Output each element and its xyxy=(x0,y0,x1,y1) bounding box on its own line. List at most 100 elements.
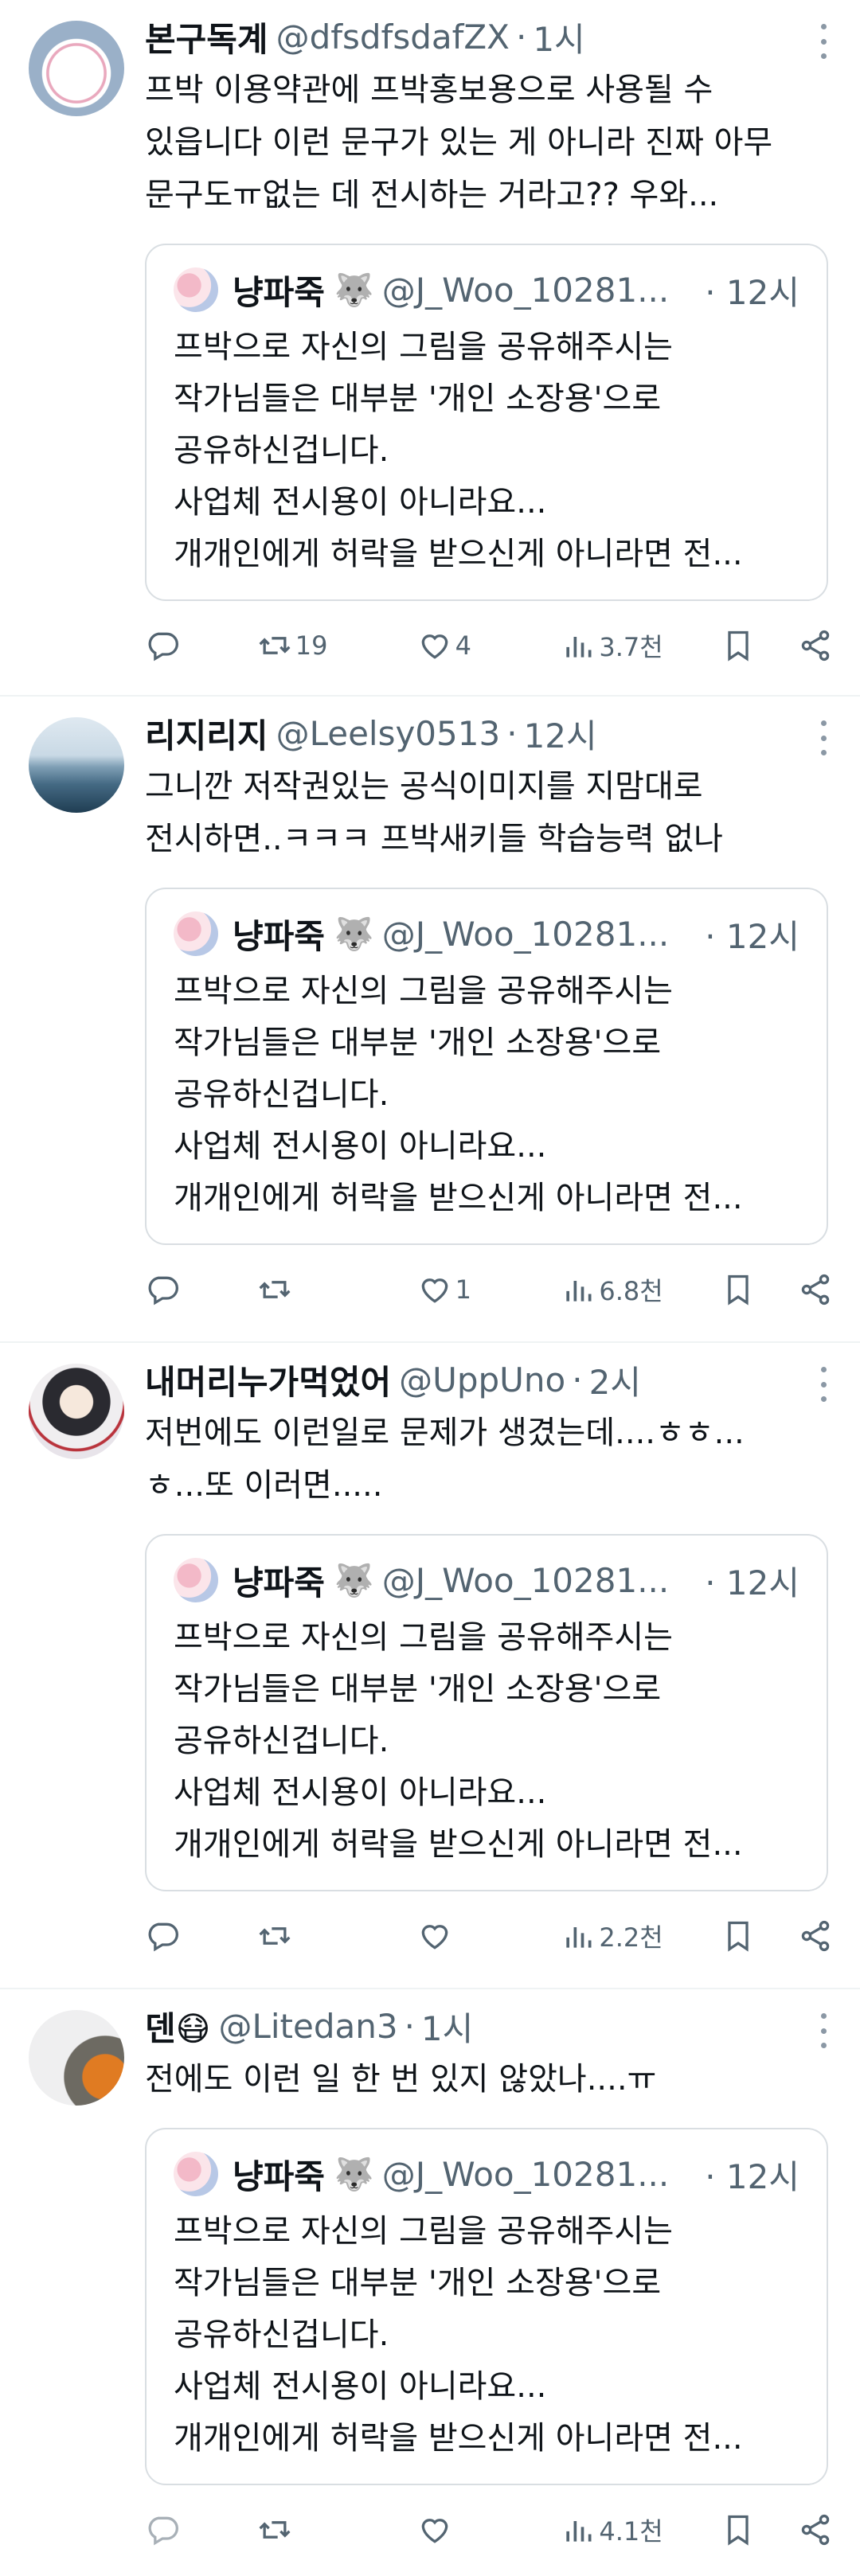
bookmark-icon xyxy=(728,1921,749,1952)
post-time[interactable]: 2시 xyxy=(589,1356,641,1404)
post-time[interactable]: 1시 xyxy=(533,13,584,61)
quoted-author-name: 냥파죽 xyxy=(233,2156,325,2196)
share-icon xyxy=(801,2514,830,2546)
reply-button[interactable] xyxy=(145,1272,233,1307)
author-handle[interactable]: @Litedan3 xyxy=(218,2007,397,2046)
post[interactable]: 내머리누가먹었어 @UppUno · 2시 저번에도 이런일로 문제가 생겼는데… xyxy=(0,1343,860,1989)
author-handle[interactable]: @dfsdfsdafZX xyxy=(276,18,510,57)
post[interactable]: 본구독계 @dfsdfsdafZX · 1시 프박 이용약관에 프박홍보용으로 … xyxy=(0,0,860,697)
quoted-post[interactable]: 냥파죽 🐺 @J_Woo_10281... · 12시 프박으로 자신의 그림을… xyxy=(145,1534,828,1891)
separator-dot: · xyxy=(572,1360,583,1399)
post-time[interactable]: 12시 xyxy=(524,709,597,758)
bookmark-icon xyxy=(728,2515,749,2546)
more-icon[interactable] xyxy=(815,24,831,59)
post[interactable]: 덴😷 @Litedan3 · 1시 전에도 이런 일 한 번 있지 않았나...… xyxy=(0,1989,860,2576)
bookmark-button[interactable] xyxy=(721,1918,768,1953)
author-name[interactable]: 본구독계 xyxy=(145,13,268,61)
more-icon[interactable] xyxy=(815,720,831,755)
quoted-post[interactable]: 냥파죽 🐺 @J_Woo_10281... · 12시 프박으로 자신의 그림을… xyxy=(145,244,828,601)
quoted-time-value: 12시 xyxy=(725,272,799,312)
more-icon[interactable] xyxy=(815,2013,831,2048)
bookmark-icon xyxy=(728,1274,749,1306)
like-button[interactable] xyxy=(417,2512,537,2547)
action-bar: 4.1천 xyxy=(145,2506,833,2554)
avatar[interactable] xyxy=(29,717,124,813)
like-count: 4 xyxy=(455,630,471,661)
views-button[interactable]: 2.2천 xyxy=(561,1918,696,1954)
share-icon xyxy=(801,630,830,662)
post-text: 프박 이용약관에 프박홍보용으로 사용될 수 있읍니다 이런 문구가 있는 게 … xyxy=(145,72,773,213)
reply-button[interactable] xyxy=(145,1918,233,1953)
reply-icon xyxy=(148,632,178,662)
post-time[interactable]: 1시 xyxy=(421,2002,473,2051)
retweet-button[interactable] xyxy=(257,1272,393,1307)
retweet-icon xyxy=(259,2521,291,2539)
like-button[interactable] xyxy=(417,1918,537,1953)
bookmark-button[interactable] xyxy=(721,1272,768,1307)
post-text: 저번에도 이런일로 문제가 생겼는데....ㅎㅎ... ㅎ...또 이러면...… xyxy=(145,1415,745,1504)
views-button[interactable]: 3.7천 xyxy=(561,627,696,664)
reply-button[interactable] xyxy=(145,2512,233,2547)
quoted-post-text: 프박으로 자신의 그림을 공유해주시는 작가님들은 대부분 '개인 소장용'으로… xyxy=(174,329,743,572)
author-name[interactable]: 덴😷 xyxy=(145,2002,210,2051)
views-button[interactable]: 4.1천 xyxy=(561,2512,696,2548)
retweet-icon xyxy=(259,1281,291,1298)
bookmark-button[interactable] xyxy=(721,628,768,663)
action-bar: 19 4 3.7천 xyxy=(145,622,833,669)
quoted-avatar xyxy=(174,911,218,956)
quoted-post-text: 프박으로 자신의 그림을 공유해주시는 작가님들은 대부분 '개인 소장용'으로… xyxy=(174,1619,743,1863)
quoted-author-name: 냥파죽 xyxy=(233,916,325,956)
reply-icon xyxy=(148,1922,178,1952)
views-icon xyxy=(566,1927,592,1948)
retweet-button[interactable] xyxy=(257,2512,393,2547)
quoted-post-time: · 12시 xyxy=(705,916,799,956)
post[interactable]: 리지리지 @Leelsy0513 · 12시 그니깐 저작권있는 공식이미지를 … xyxy=(0,697,860,1343)
author-handle[interactable]: @UppUno xyxy=(399,1360,565,1399)
share-button[interactable] xyxy=(793,628,833,663)
heart-icon xyxy=(421,2519,448,2543)
reply-button[interactable] xyxy=(145,628,233,663)
views-count: 6.8천 xyxy=(599,1276,663,1306)
retweet-button[interactable] xyxy=(257,1918,393,1953)
post-text: 전에도 이런 일 한 번 있지 않았나....ㅠ xyxy=(145,2061,657,2098)
reply-icon xyxy=(148,2516,178,2546)
quoted-author-name: 냥파죽 xyxy=(233,272,325,312)
views-icon xyxy=(566,637,592,658)
retweet-count: 19 xyxy=(295,630,328,661)
quoted-post-header: 냥파죽 🐺 @J_Woo_10281... · 12시 xyxy=(174,911,799,956)
retweet-icon xyxy=(259,1927,291,1945)
reply-feed: 본구독계 @dfsdfsdafZX · 1시 프박 이용약관에 프박홍보용으로 … xyxy=(0,0,860,2576)
views-count: 3.7천 xyxy=(599,632,663,662)
views-button[interactable]: 6.8천 xyxy=(561,1271,696,1308)
share-icon xyxy=(801,1920,830,1952)
retweet-button[interactable]: 19 xyxy=(257,628,393,663)
avatar[interactable] xyxy=(29,1364,124,1459)
like-button[interactable]: 4 xyxy=(417,628,537,663)
like-count: 1 xyxy=(455,1274,471,1305)
share-button[interactable] xyxy=(793,1918,833,1953)
quoted-post-time: · 12시 xyxy=(705,1563,799,1602)
quoted-post-header: 냥파죽 🐺 @J_Woo_10281... · 12시 xyxy=(174,1558,799,1602)
avatar[interactable] xyxy=(29,2010,124,2106)
bookmark-button[interactable] xyxy=(721,2512,768,2547)
post-header: 리지리지 @Leelsy0513 · 12시 xyxy=(145,712,831,755)
share-button[interactable] xyxy=(793,1272,833,1307)
like-button[interactable]: 1 xyxy=(417,1272,537,1307)
quoted-author-name: 냥파죽 xyxy=(233,1563,325,1602)
quoted-post[interactable]: 냥파죽 🐺 @J_Woo_10281... · 12시 프박으로 자신의 그림을… xyxy=(145,888,828,1245)
views-icon xyxy=(566,2521,592,2542)
heart-icon xyxy=(421,1278,448,1303)
share-icon xyxy=(801,1274,830,1306)
views-icon xyxy=(566,1281,592,1302)
author-name[interactable]: 리지리지 xyxy=(145,709,268,758)
author-handle[interactable]: @Leelsy0513 xyxy=(276,714,501,753)
avatar[interactable] xyxy=(29,21,124,116)
post-text: 그니깐 저작권있는 공식이미지를 지맘대로 전시하면..ㅋㅋㅋ 프박새키들 학습… xyxy=(145,768,723,857)
more-icon[interactable] xyxy=(815,1367,831,1402)
author-name[interactable]: 내머리누가먹었어 xyxy=(145,1356,391,1404)
separator-dot: · xyxy=(515,17,527,57)
share-button[interactable] xyxy=(793,2512,833,2547)
quoted-post[interactable]: 냥파죽 🐺 @J_Woo_10281... · 12시 프박으로 자신의 그림을… xyxy=(145,2128,828,2485)
quoted-avatar xyxy=(174,2152,218,2196)
post-content: 리지리지 @Leelsy0513 · 12시 그니깐 저작권있는 공식이미지를 … xyxy=(145,712,831,1341)
